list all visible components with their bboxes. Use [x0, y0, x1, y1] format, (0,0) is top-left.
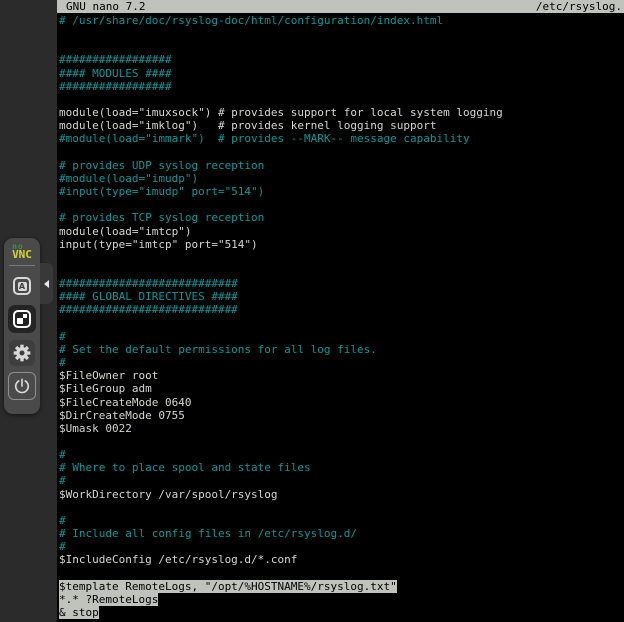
editor-line[interactable] — [59, 501, 624, 514]
chevron-left-icon — [44, 280, 49, 288]
gear-icon — [12, 343, 32, 363]
novnc-control-bar: no VNC A — [4, 238, 40, 414]
editor-line[interactable]: #module(load="immark") # provides --MARK… — [59, 132, 624, 145]
editor-line[interactable]: ########################### — [59, 303, 624, 316]
editor-line[interactable]: *.* ?RemoteLogs — [59, 593, 624, 606]
editor-line[interactable]: $IncludeConfig /etc/rsyslog.d/*.conf — [59, 553, 624, 566]
editor-line[interactable] — [59, 27, 624, 40]
editor-line[interactable]: ########################### — [59, 277, 624, 290]
nano-titlebar: GNU nano 7.2 /etc/rsyslog. — [57, 0, 624, 13]
fullscreen-button[interactable] — [8, 305, 36, 333]
editor-line[interactable] — [59, 251, 624, 264]
editor-line[interactable]: $FileOwner root — [59, 369, 624, 382]
editor-line[interactable] — [59, 567, 624, 580]
editor-line[interactable]: module(load="imklog") # provides kernel … — [59, 119, 624, 132]
clipboard-button[interactable]: A — [9, 273, 35, 299]
editor-line[interactable] — [59, 198, 624, 211]
editor-content[interactable]: # /usr/share/doc/rsyslog-doc/html/config… — [57, 14, 624, 622]
editor-line[interactable]: # /usr/share/doc/rsyslog-doc/html/config… — [59, 14, 624, 27]
editor-line[interactable]: ################# — [59, 53, 624, 66]
control-bar-divider — [9, 265, 35, 266]
editor-line[interactable] — [59, 264, 624, 277]
editor-line[interactable]: module(load="imtcp") — [59, 225, 624, 238]
editor-line[interactable]: # Where to place spool and state files — [59, 461, 624, 474]
editor-line[interactable]: $template RemoteLogs, "/opt/%HOSTNAME%/r… — [59, 580, 624, 593]
clipboard-icon: A — [13, 277, 31, 295]
editor-line[interactable]: # — [59, 540, 624, 553]
editor-line[interactable]: # provides TCP syslog reception — [59, 211, 624, 224]
editor-line[interactable]: #### GLOBAL DIRECTIVES #### — [59, 290, 624, 303]
editor-line[interactable]: #input(type="imudp" port="514") — [59, 185, 624, 198]
editor-line[interactable]: $Umask 0022 — [59, 422, 624, 435]
editor-line[interactable]: # provides UDP syslog reception — [59, 159, 624, 172]
disconnect-button[interactable] — [8, 372, 36, 400]
control-bar-collapse-handle[interactable] — [40, 263, 53, 304]
editor-line[interactable] — [59, 317, 624, 330]
fullscreen-icon — [13, 310, 31, 328]
novnc-logo-vnc: VNC — [12, 251, 32, 259]
power-icon — [12, 376, 32, 396]
editor-line[interactable]: # — [59, 330, 624, 343]
nano-version-label: GNU nano 7.2 — [66, 0, 145, 13]
editor-line[interactable]: # Include all config files in /etc/rsysl… — [59, 527, 624, 540]
editor-line[interactable] — [59, 40, 624, 53]
editor-line[interactable]: $DirCreateMode 0755 — [59, 409, 624, 422]
nano-filename-label: /etc/rsyslog. — [536, 0, 622, 13]
editor-line[interactable]: ################# — [59, 80, 624, 93]
editor-line[interactable] — [59, 146, 624, 159]
editor-line[interactable]: #### MODULES #### — [59, 67, 624, 80]
editor-line[interactable]: # Set the default permissions for all lo… — [59, 343, 624, 356]
editor-line[interactable] — [59, 93, 624, 106]
editor-line[interactable]: & stop — [59, 606, 624, 619]
editor-line[interactable]: module(load="imuxsock") # provides suppo… — [59, 106, 624, 119]
editor-line[interactable]: # — [59, 514, 624, 527]
editor-line[interactable]: input(type="imtcp" port="514") — [59, 238, 624, 251]
editor-line[interactable]: # — [59, 356, 624, 369]
editor-line[interactable] — [59, 435, 624, 448]
novnc-logo: no VNC — [12, 243, 32, 259]
editor-line[interactable]: $WorkDirectory /var/spool/rsyslog — [59, 488, 624, 501]
editor-line[interactable]: #module(load="imudp") — [59, 172, 624, 185]
editor-line[interactable]: $FileCreateMode 0640 — [59, 396, 624, 409]
editor-line[interactable]: # — [59, 474, 624, 487]
editor-line[interactable]: # — [59, 448, 624, 461]
settings-button[interactable] — [9, 340, 35, 366]
terminal-window[interactable]: GNU nano 7.2 /etc/rsyslog. # /usr/share/… — [57, 0, 624, 622]
editor-line[interactable]: $FileGroup adm — [59, 382, 624, 395]
